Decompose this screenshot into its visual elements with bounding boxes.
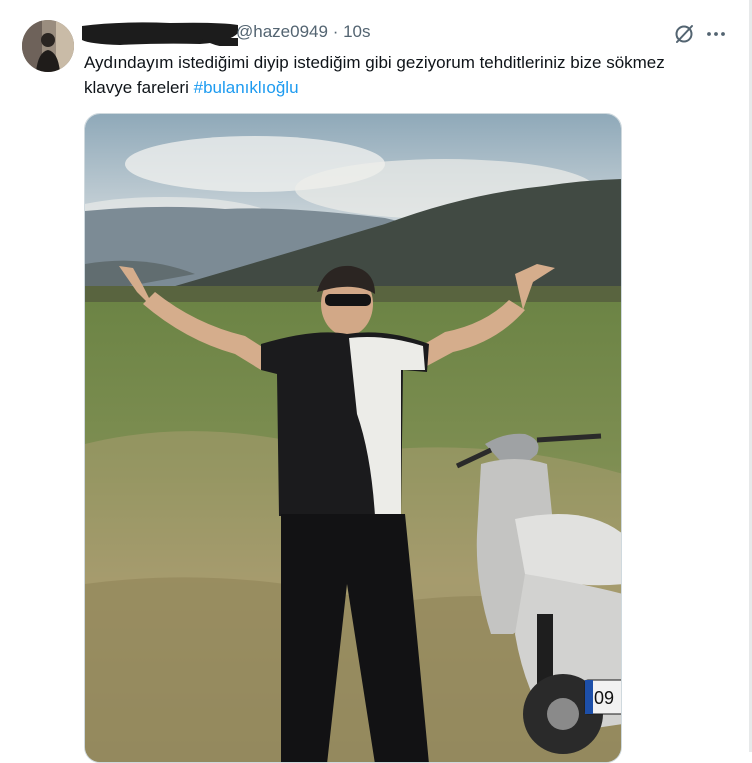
tweet-media[interactable]: 09 [84,113,622,763]
plate-number: 09 [594,688,614,708]
tweet-text: Aydındayım istediğimi diyip istediğim gi… [84,50,704,100]
meta-separator: · [332,22,339,41]
more-icon[interactable] [704,22,728,46]
avatar[interactable] [22,20,74,72]
tweet-time[interactable]: 10s [343,22,370,41]
user-handle[interactable]: @haze0949 [236,22,328,41]
hashtag-link[interactable]: #bulanıklıoğlu [194,78,299,97]
grok-icon[interactable] [672,22,696,46]
tweet-text-main: Aydındayım istediğimi diyip istediğim gi… [84,53,665,97]
tweet-meta: @haze0949 · 10s [236,22,371,42]
tweet[interactable]: @haze0949 · 10s Aydındayım istediğimi di… [0,0,749,763]
avatar-image [22,20,74,72]
photo: 09 [85,114,621,762]
redacted-name [82,22,238,46]
